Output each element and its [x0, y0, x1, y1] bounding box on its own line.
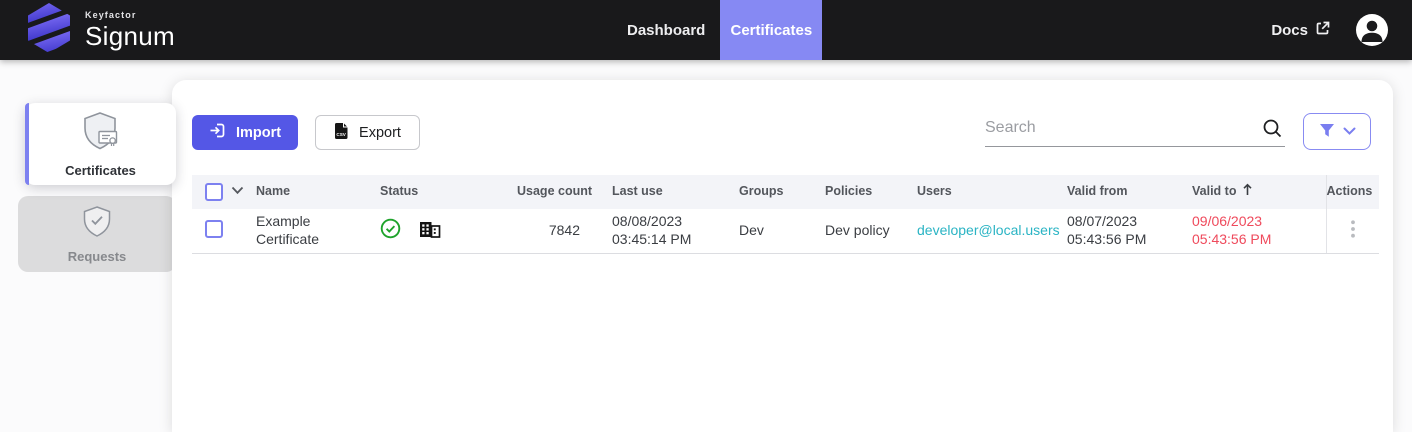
search-input[interactable] — [985, 113, 1255, 143]
column-header-users[interactable]: Users — [901, 175, 1051, 209]
column-header-actions: Actions — [1326, 175, 1379, 209]
cell-last-use: 08/08/2023 03:45:14 PM — [596, 209, 723, 253]
cell-groups: Dev — [723, 209, 809, 253]
valid-check-icon — [380, 218, 401, 244]
column-header-usage-count[interactable]: Usage count — [517, 175, 596, 209]
external-link-icon — [1315, 21, 1330, 40]
csv-file-icon: CSV — [334, 122, 349, 144]
search-field — [985, 113, 1285, 147]
cell-valid-to: 09/06/2023 05:43:56 PM — [1176, 209, 1326, 253]
cell-name: Example Certificate — [256, 209, 364, 253]
filter-funnel-icon — [1319, 123, 1335, 141]
certificates-table: Name Status Usage count Last use Groups … — [192, 175, 1379, 254]
column-header-policies[interactable]: Policies — [809, 175, 901, 209]
column-header-status[interactable]: Status — [364, 175, 517, 209]
table-header-row: Name Status Usage count Last use Groups … — [192, 175, 1379, 209]
primary-nav: Dashboard Certificates — [615, 0, 822, 60]
nav-item-dashboard[interactable]: Dashboard — [615, 22, 717, 39]
cell-policies: Dev policy — [809, 209, 901, 253]
export-button-label: Export — [359, 125, 401, 141]
sidebar-item-requests[interactable]: Requests — [18, 196, 176, 272]
sidebar-item-label: Certificates — [65, 163, 136, 178]
shield-certificate-icon — [79, 111, 123, 158]
column-header-valid-to[interactable]: Valid to — [1176, 175, 1326, 209]
sidebar-item-certificates[interactable]: Certificates — [25, 103, 176, 185]
toolbar: Import CSV Export — [172, 80, 1393, 175]
cell-status — [364, 209, 517, 253]
column-header-select — [192, 175, 256, 209]
sort-asc-icon — [1242, 183, 1253, 201]
shield-check-icon — [79, 205, 115, 244]
brand-company: Keyfactor — [85, 11, 175, 20]
select-menu-chevron-down-icon[interactable] — [231, 184, 244, 200]
brand-logo: Keyfactor Signum — [26, 0, 175, 60]
brand-product: Signum — [85, 23, 175, 49]
top-nav: Keyfactor Signum Dashboard Certificates … — [0, 0, 1412, 60]
filter-button[interactable] — [1303, 113, 1371, 150]
search-icon[interactable] — [1262, 118, 1283, 144]
row-actions-kebab-icon[interactable] — [1343, 216, 1363, 247]
keyfactor-logo-icon — [26, 3, 72, 58]
column-header-groups[interactable]: Groups — [723, 175, 809, 209]
avatar[interactable] — [1356, 14, 1388, 46]
certificates-panel: Import CSV Export — [172, 80, 1393, 432]
cell-usage-count: 7842 — [517, 209, 596, 253]
column-header-valid-from[interactable]: Valid from — [1051, 175, 1176, 209]
organization-icon — [419, 219, 441, 243]
column-header-name[interactable]: Name — [256, 175, 364, 209]
docs-link[interactable]: Docs — [1271, 21, 1330, 40]
table-row: Example Certificate — [192, 209, 1379, 253]
chevron-down-icon — [1343, 124, 1356, 139]
svg-text:CSV: CSV — [336, 132, 346, 137]
import-button-label: Import — [236, 125, 281, 141]
import-button[interactable]: Import — [192, 115, 298, 150]
import-icon — [209, 122, 226, 143]
row-checkbox[interactable] — [205, 220, 223, 238]
cell-valid-from: 08/07/2023 05:43:56 PM — [1051, 209, 1176, 253]
sidebar-item-label: Requests — [68, 249, 127, 264]
nav-item-certificates[interactable]: Certificates — [720, 0, 822, 60]
export-button[interactable]: CSV Export — [315, 115, 420, 150]
cell-users-link[interactable]: developer@local.users — [901, 209, 1051, 253]
column-header-last-use[interactable]: Last use — [596, 175, 723, 209]
select-all-checkbox[interactable] — [205, 183, 223, 201]
docs-label: Docs — [1271, 22, 1308, 39]
